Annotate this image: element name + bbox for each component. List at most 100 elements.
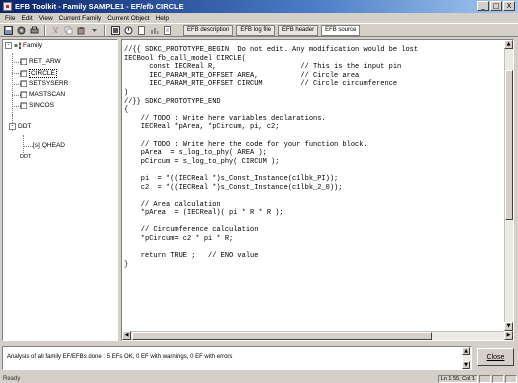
family-icon <box>14 42 21 49</box>
function-block-icon <box>20 91 27 98</box>
toolbar-separator <box>104 24 106 36</box>
code-line[interactable]: c2 = *((IECReal *)s_Const_Instance(c1lbk… <box>124 184 418 193</box>
function-block-icon <box>20 70 27 77</box>
tree-item-label: MASTSCAN <box>29 91 66 98</box>
code-line[interactable]: IEC_PARAM_RTE_OFFSET CIRCUM // Circle ci… <box>124 80 418 89</box>
file-icon[interactable] <box>162 25 173 36</box>
copy-icon[interactable] <box>63 25 74 36</box>
tree-group-label: DDT <box>18 123 32 130</box>
code-line[interactable]: pi = *((IECReal *)s_Const_Instance(c1lbk… <box>124 175 418 184</box>
code-line[interactable]: IEC_PARAM_RTE_OFFSET AREA, // Circle are… <box>124 72 418 81</box>
tab-efb-source[interactable]: EFB source <box>321 24 361 36</box>
code-line[interactable]: // Area calculation <box>124 201 418 210</box>
code-line[interactable]: return TRUE ; // ENO value <box>124 252 418 261</box>
scroll-down-icon[interactable]: ▼ <box>462 361 470 369</box>
code-line[interactable] <box>124 192 418 201</box>
code-line[interactable]: pArea = s_log_to_phy( AREA ); <box>124 149 418 158</box>
output-scrollbar[interactable]: ▲ ▼ <box>462 347 471 369</box>
tree-item-ddt[interactable]: - DDT <box>9 123 31 130</box>
scroll-down-icon[interactable]: ▼ <box>504 322 513 331</box>
toolbar-separator <box>44 24 46 36</box>
code-line[interactable]: { <box>124 106 418 115</box>
tree-item-label: SETSYSERR <box>29 80 69 87</box>
menu-help[interactable]: Help <box>153 15 172 22</box>
tree-item-label: RET_ARW <box>29 58 61 65</box>
tree-item-mastscan[interactable]: MASTSCAN <box>20 91 65 98</box>
function-block-icon <box>20 58 27 65</box>
tree-item-label: CIRCLE <box>29 69 57 78</box>
code-line[interactable]: // Circumference calculation <box>124 226 418 235</box>
status-bar: Ready Ln 1 55, Col 1 <box>0 374 518 383</box>
code-line[interactable]: IECBool fb_call_model CIRCLE( <box>124 55 418 64</box>
cut-icon[interactable] <box>50 25 61 36</box>
tree-item-qhead[interactable]: [s] QHEAD <box>33 142 65 149</box>
code-line[interactable]: // TODO : Write here variables declarati… <box>124 115 418 124</box>
struct-icon: [s] <box>33 142 40 149</box>
build-icon[interactable] <box>123 25 134 36</box>
menu-current-object[interactable]: Current Object <box>104 15 152 22</box>
code-editor[interactable]: //{{ SDKC_PROTOTYPE_BEGIN Do not edit. A… <box>121 39 514 341</box>
code-line[interactable]: //}} SDKC_PROTOTYPE_END <box>124 98 418 107</box>
vertical-scrollbar[interactable]: ▲ ▼ <box>504 40 513 331</box>
code-line[interactable]: IECReal *pArea, *pCircum, pi, c2; <box>124 123 418 132</box>
code-line[interactable]: const IECReal R, // This is the input pi… <box>124 63 418 72</box>
paste-icon[interactable] <box>76 25 87 36</box>
collapse-icon[interactable]: - <box>5 42 12 49</box>
settings-icon[interactable] <box>16 25 27 36</box>
tree-item-sincos[interactable]: SINCOS <box>20 102 54 109</box>
menu-current-family[interactable]: Current Family <box>56 15 105 22</box>
app-icon <box>3 2 12 11</box>
source-code[interactable]: //{{ SDKC_PROTOTYPE_BEGIN Do not edit. A… <box>124 46 418 269</box>
tab-efb-header[interactable]: EFB header <box>278 24 319 36</box>
menu-edit[interactable]: Edit <box>18 15 35 22</box>
tree-root[interactable]: - Family <box>5 42 42 49</box>
status-pane <box>492 374 504 383</box>
tree-item-setsyserr[interactable]: SETSYSERR <box>20 80 68 87</box>
function-block-icon <box>20 102 27 109</box>
scroll-up-icon[interactable]: ▲ <box>504 40 513 49</box>
scroll-thumb[interactable] <box>132 332 432 340</box>
code-line[interactable] <box>124 218 418 227</box>
function-block-icon <box>20 80 27 87</box>
code-line[interactable] <box>124 132 418 141</box>
code-line[interactable]: } <box>124 261 418 270</box>
save-icon[interactable] <box>3 25 14 36</box>
tree-item-ret-arw[interactable]: RET_ARW <box>20 58 61 65</box>
scroll-right-icon[interactable]: ▶ <box>504 331 513 340</box>
code-line[interactable]: *pArea = (IECReal)( pi * R * R ); <box>124 209 418 218</box>
code-line[interactable]: pCircum = s_log_to_phy( CIRCUM ); <box>124 158 418 167</box>
code-line[interactable] <box>124 166 418 175</box>
tree-root-label: Family <box>23 42 43 49</box>
menu-bar: File Edit View Current Family Current Ob… <box>0 13 518 23</box>
minimize-button[interactable]: _ <box>477 1 489 11</box>
status-pane <box>505 374 517 383</box>
code-line[interactable]: //{{ SDKC_PROTOTYPE_BEGIN Do not edit. A… <box>124 46 418 55</box>
code-line[interactable] <box>124 244 418 253</box>
title-bar: EFB Toolkit - Family SAMPLE1 - EF/efb CI… <box>0 0 518 13</box>
tree-item-circle[interactable]: CIRCLE <box>20 69 57 78</box>
scroll-up-icon[interactable]: ▲ <box>462 347 470 355</box>
tree-item-ddt-leaf[interactable]: DDT <box>20 154 31 160</box>
scroll-thumb[interactable] <box>505 70 513 220</box>
print-icon[interactable] <box>29 25 40 36</box>
horizontal-scrollbar[interactable]: ◀ ▶ <box>122 331 513 340</box>
code-line[interactable]: *pCircum= c2 * pi * R; <box>124 235 418 244</box>
code-line[interactable]: ) <box>124 89 418 98</box>
close-button[interactable]: Close <box>477 348 514 366</box>
chart-icon[interactable] <box>149 25 160 36</box>
menu-view[interactable]: View <box>36 15 56 22</box>
close-window-button[interactable]: X <box>503 1 515 11</box>
tree-item-label: QHEAD <box>41 142 65 149</box>
menu-file[interactable]: File <box>2 15 18 22</box>
tree-item-label: DDT <box>20 154 32 160</box>
properties-icon[interactable] <box>110 25 121 36</box>
code-line[interactable]: // TODO : Write here the code for your f… <box>124 141 418 150</box>
document-icon[interactable] <box>136 25 147 36</box>
tab-efb-description[interactable]: EFB description <box>183 24 234 36</box>
collapse-icon[interactable]: - <box>9 123 16 130</box>
dropdown-arrow-icon[interactable] <box>89 25 100 36</box>
tab-efb-log-file[interactable]: EFB log file <box>236 24 276 36</box>
maximize-button[interactable]: □ <box>490 1 502 11</box>
tree-item-label: SINCOS <box>29 102 54 109</box>
scroll-left-icon[interactable]: ◀ <box>122 331 131 340</box>
